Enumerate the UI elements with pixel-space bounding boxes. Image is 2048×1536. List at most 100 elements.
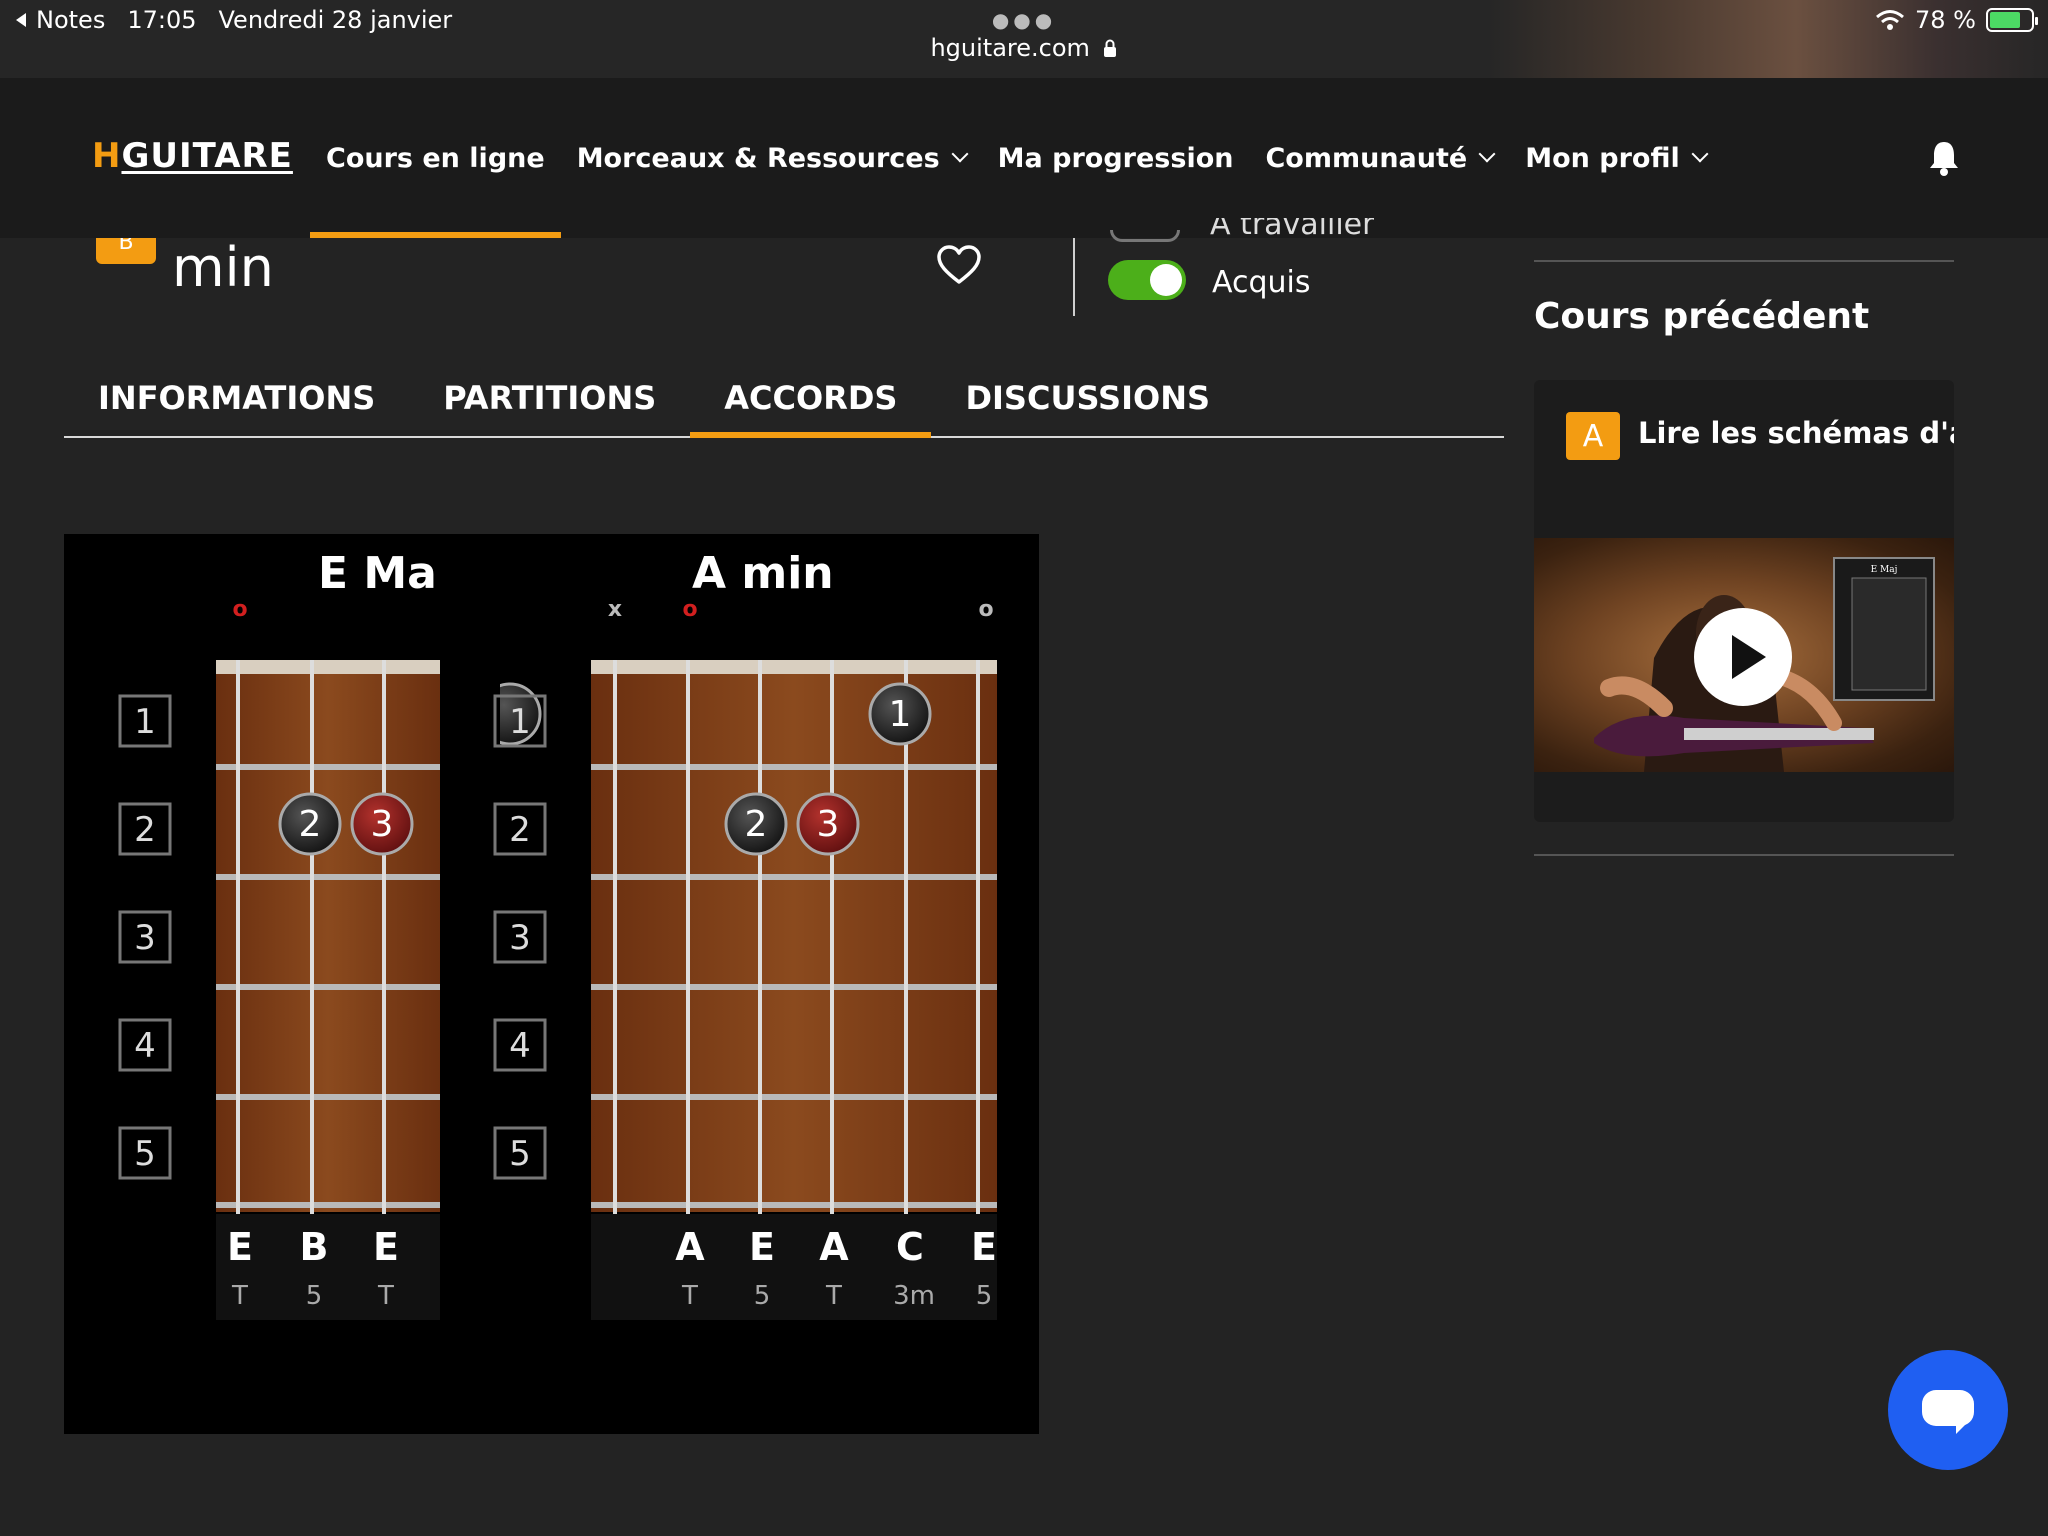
interval: 5 [976,1281,993,1311]
url-text: hguitare.com [930,34,1090,62]
address-bar[interactable]: hguitare.com [0,34,2048,62]
lock-icon [1103,39,1116,57]
interval: T [377,1281,394,1311]
note-name: E [971,1225,997,1269]
open-string-marker: o [682,597,697,622]
fret-number: 1 [509,702,531,742]
chord-e-ma: E Ma o 1 2 3 4 5 2 3 E B E T 5 T [118,548,542,1364]
chord-name: A min [692,548,834,599]
logo-letter: H [92,136,122,176]
chord-diagrams-svg: E Ma o 1 2 3 4 5 2 3 E B E T 5 T A min x… [118,548,997,1364]
toggle-a-travailler-label: A travailler [1210,218,1375,240]
interval: 5 [306,1281,323,1311]
nav-item-label: Ma progression [997,142,1234,174]
tab-label: ACCORDS [724,379,898,417]
play-button[interactable] [1694,608,1792,706]
previous-lesson-title: Lire les schémas d'accords [1638,416,1954,450]
toggle-acquis-label: Acquis [1212,265,1311,300]
tab-partitions[interactable]: PARTITIONS [409,360,690,436]
tab-label: INFORMATIONS [98,379,376,417]
muted-string-marker: x [608,597,622,622]
bell-icon[interactable] [1926,138,1962,178]
chord-clip [440,624,500,1364]
sidebar-divider [1534,854,1954,856]
fret-numbers: 1 2 3 4 5 [493,694,547,1180]
finger-number: 3 [817,804,840,845]
finger-number: 2 [299,804,322,845]
lesson-level-badge: B [96,238,156,264]
fret-number: 2 [509,810,531,850]
nav-item-cours-en-ligne[interactable]: Cours en ligne [310,78,561,238]
interval: T [231,1281,248,1311]
note-name: B [300,1225,329,1269]
fret-number: 3 [134,918,156,958]
tab-accords[interactable]: ACCORDS [690,360,932,438]
battery-percent: 78 % [1915,6,1976,34]
sidebar-divider [1534,260,1954,262]
interval: 3m [893,1281,935,1311]
finger-number: 3 [371,804,394,845]
nav-item-mon-profil[interactable]: Mon profil [1509,78,1722,238]
note-name: A [819,1225,849,1269]
note-name: A [675,1225,705,1269]
nav-item-label: Mon profil [1525,142,1680,174]
logo-text: GUITARE [121,136,293,176]
interval: T [825,1281,842,1311]
nav-item-label: Cours en ligne [326,142,545,174]
lesson-tabs: INFORMATIONS PARTITIONS ACCORDS DISCUSSI… [64,360,1504,438]
toggle-acquis[interactable] [1108,260,1186,300]
fretboard [591,660,997,1320]
nav-item-communaute[interactable]: Communauté [1249,78,1509,238]
toggle-a-travailler[interactable] [1110,230,1180,242]
fret-number: 1 [134,702,156,742]
chevron-down-icon [951,145,969,163]
finger-number: 1 [889,694,912,735]
battery-fill [1990,12,2021,28]
chat-bubble-tail [1956,1420,1970,1434]
nav-item-label: Communauté [1265,142,1468,174]
fret-number: 5 [509,1134,531,1174]
site-logo[interactable]: HGUITARE [92,136,293,176]
open-string-marker: o [232,597,247,622]
fret-numbers: 1 2 3 4 5 [118,694,172,1180]
note-name: E [373,1225,399,1269]
header-divider [1073,238,1075,316]
nav-item-morceaux-ressources[interactable]: Morceaux & Ressources [561,78,982,238]
previous-lesson-badge: A [1566,412,1620,460]
previous-lesson-heading: Cours précédent [1534,296,1870,337]
fret-number: 4 [134,1026,156,1066]
chord-a-min: A min x o o 1 2 3 4 5 1 2 3 A E A C E T … [493,548,997,1320]
thumb-chord-label: E Maj [1871,565,1898,575]
previous-lesson-badge-letter: A [1582,418,1604,454]
fret-number: 2 [134,810,156,850]
chevron-down-icon [1691,145,1709,163]
tab-discussions[interactable]: DISCUSSIONS [931,360,1244,436]
fret-number: 5 [134,1134,156,1174]
tab-informations[interactable]: INFORMATIONS [64,360,409,436]
tab-label: PARTITIONS [443,379,657,417]
lesson-title: min [172,236,274,299]
chat-button[interactable] [1888,1350,2008,1470]
chord-name: E Ma [318,548,437,599]
main-navbar: HGUITARE Cours en ligne Morceaux & Resso… [0,78,2048,238]
heart-icon[interactable] [936,244,982,286]
chord-diagrams-image: E Ma o 1 2 3 4 5 2 3 E B E T 5 T A min x… [64,534,1039,1434]
interval: 5 [754,1281,771,1311]
status-bar: Notes 17:05 Vendredi 28 janvier ●●● hgui… [0,0,2048,78]
open-string-marker: o [978,597,993,622]
interval: T [681,1281,698,1311]
note-name: C [896,1225,924,1269]
nav-item-ma-progression[interactable]: Ma progression [982,78,1250,238]
fretboard [216,660,440,1320]
previous-lesson-card[interactable]: A Lire les schémas d'accords E Maj [1534,380,1954,822]
toggle-knob [1150,264,1182,296]
fret-number: 4 [509,1026,531,1066]
wifi-icon [1876,10,1904,30]
multitask-dots-icon[interactable]: ●●● [0,10,2048,30]
video-thumbnail[interactable]: E Maj [1534,538,1954,772]
note-name: E [227,1225,253,1269]
note-name: E [749,1225,775,1269]
lesson-badge-letter: B [118,238,134,255]
battery-icon [1986,8,2038,32]
finger-number: 2 [745,804,768,845]
